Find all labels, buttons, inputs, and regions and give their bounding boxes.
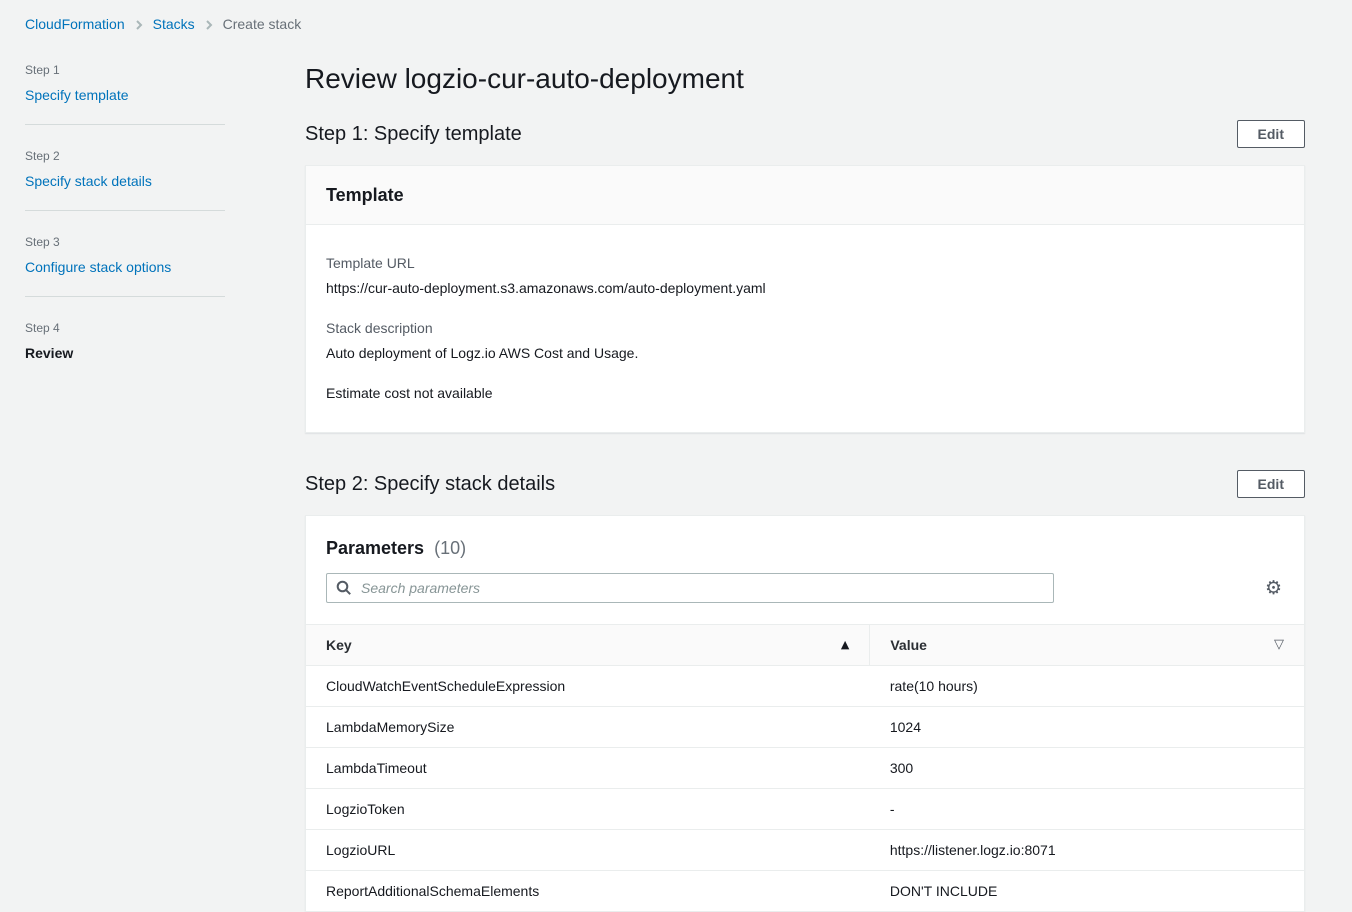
- parameters-title: Parameters (10): [326, 536, 1284, 560]
- chevron-right-icon: [134, 19, 144, 31]
- breadcrumb-create-stack: Create stack: [222, 16, 302, 32]
- sidebar-item-specify-template[interactable]: Specify template: [25, 85, 129, 105]
- sidebar-divider: [25, 124, 225, 125]
- sidebar-step-1: Step 1 Specify template: [25, 62, 225, 105]
- step-number-label: Step 3: [25, 235, 60, 249]
- edit-template-button[interactable]: Edit: [1236, 120, 1305, 148]
- page-title: Review logzio-cur-auto-deployment: [305, 63, 744, 94]
- parameters-table-header-row: Key ▲ Value ▽: [306, 624, 1304, 666]
- table-row: ReportAdditionalSchemaElements DON'T INC…: [306, 870, 1304, 911]
- stack-description-field: Stack description Auto deployment of Log…: [326, 320, 1284, 361]
- table-row: LambdaTimeout 300: [306, 747, 1304, 789]
- parameters-title-text: Parameters: [326, 538, 425, 558]
- stack-description-value: Auto deployment of Logz.io AWS Cost and …: [326, 345, 639, 361]
- wizard-steps-sidebar: Step 1 Specify template Step 2 Specify s…: [25, 62, 225, 912]
- param-value: 1024: [869, 706, 1304, 748]
- param-value: 300: [869, 747, 1304, 789]
- step1-heading: Step 1: Specify template: [305, 123, 522, 145]
- sidebar-item-specify-stack-details[interactable]: Specify stack details: [25, 171, 152, 191]
- step-number-label: Step 1: [25, 63, 60, 77]
- template-url-label: Template URL: [326, 255, 415, 271]
- sidebar-step-4: Step 4 Review: [25, 320, 225, 363]
- template-card-title: Template: [326, 185, 404, 205]
- stack-description-label: Stack description: [326, 320, 433, 336]
- param-value: rate(10 hours): [889, 678, 978, 694]
- column-header-value[interactable]: Value ▽: [869, 624, 1304, 666]
- estimate-cost-note: Estimate cost not available: [326, 385, 493, 401]
- settings-gear-icon[interactable]: ⚙: [1265, 578, 1282, 598]
- table-row: LambdaMemorySize 1024: [306, 706, 1304, 748]
- sidebar-step-2: Step 2 Specify stack details: [25, 148, 225, 191]
- parameters-count: (10): [434, 538, 467, 558]
- param-key: CloudWatchEventScheduleExpression: [326, 678, 566, 694]
- step-number-label: Step 4: [25, 321, 60, 335]
- parameters-card: Parameters (10) ⚙: [305, 515, 1305, 912]
- edit-stack-details-button[interactable]: Edit: [1236, 470, 1305, 498]
- sidebar-divider: [25, 210, 225, 211]
- template-card-body: Template URL https://cur-auto-deployment…: [306, 225, 1304, 432]
- sidebar-item-review-current: Review: [25, 345, 74, 361]
- template-url-value: https://cur-auto-deployment.s3.amazonaws…: [326, 280, 766, 296]
- sort-indicator-icon[interactable]: ▽: [1274, 635, 1284, 655]
- table-row: LogzioURL https://listener.logz.io:8071: [306, 829, 1304, 871]
- param-key: LogzioURL: [306, 829, 870, 871]
- breadcrumb: CloudFormation Stacks Create stack: [0, 0, 1352, 34]
- param-value: https://listener.logz.io:8071: [869, 829, 1304, 871]
- column-header-key[interactable]: Key ▲: [306, 624, 871, 666]
- sidebar-divider: [25, 296, 225, 297]
- table-row: LogzioToken -: [306, 788, 1304, 830]
- template-card: Template Template URL https://cur-auto-d…: [305, 165, 1305, 433]
- search-field-wrapper: [326, 573, 1054, 603]
- step-number-label: Step 2: [25, 149, 60, 163]
- value-column-label: Value: [890, 637, 927, 653]
- step1-section-header: Step 1: Specify template Edit: [305, 120, 1305, 148]
- parameters-card-header: Parameters (10) ⚙: [306, 516, 1304, 624]
- step2-heading: Step 2: Specify stack details: [305, 473, 556, 495]
- sidebar-step-3: Step 3 Configure stack options: [25, 234, 225, 277]
- template-url-field: Template URL https://cur-auto-deployment…: [326, 255, 1284, 296]
- parameters-toolbar: ⚙: [326, 573, 1284, 603]
- main-content: Review logzio-cur-auto-deployment Step 1…: [305, 62, 1305, 912]
- param-key: ReportAdditionalSchemaElements: [306, 870, 870, 911]
- param-key: LambdaTimeout: [306, 747, 870, 789]
- param-value: DON'T INCLUDE: [869, 870, 1304, 911]
- key-column-label: Key: [326, 637, 352, 653]
- sort-ascending-icon[interactable]: ▲: [841, 635, 849, 655]
- breadcrumb-cloudformation[interactable]: CloudFormation: [25, 14, 125, 34]
- sidebar-item-configure-stack-options[interactable]: Configure stack options: [25, 257, 171, 277]
- parameters-table: Key ▲ Value ▽ CloudWatchEventScheduleExp…: [306, 624, 1304, 911]
- table-row: CloudWatchEventScheduleExpression rate(1…: [306, 666, 1304, 707]
- param-key: LambdaMemorySize: [306, 706, 870, 748]
- chevron-right-icon: [204, 19, 214, 31]
- param-value: -: [869, 788, 1304, 830]
- template-card-header: Template: [306, 166, 1304, 225]
- breadcrumb-stacks[interactable]: Stacks: [153, 14, 195, 34]
- search-parameters-input[interactable]: [326, 573, 1054, 603]
- step2-section-header: Step 2: Specify stack details Edit: [305, 470, 1305, 498]
- page-layout: Step 1 Specify template Step 2 Specify s…: [0, 62, 1352, 912]
- param-key: LogzioToken: [306, 788, 870, 830]
